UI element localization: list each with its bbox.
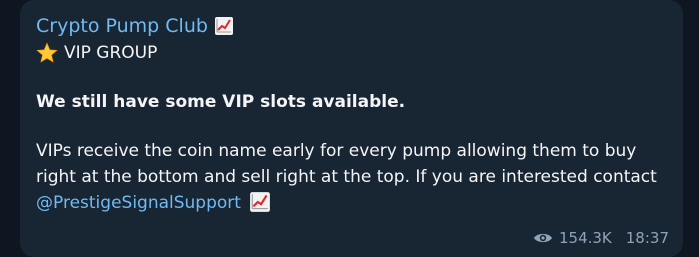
channel-name[interactable]: Crypto Pump Club [36,15,208,37]
chart-increasing-icon [250,192,270,212]
message-body: VIPs receive the coin name early for eve… [36,138,667,216]
message-time: 18:37 [625,229,669,247]
message-meta: 154.3K 18:37 [533,229,669,247]
star-icon [36,42,58,63]
view-count: 154.3K [558,229,612,247]
channel-header: Crypto Pump Club [36,14,667,38]
chart-increasing-icon [214,17,233,35]
message-body-text: VIPs receive the coin name early for eve… [36,141,657,187]
support-mention-link[interactable]: @PrestigeSignalSupport [36,193,241,213]
message-bubble: Crypto Pump Club VIP GROUP We still have… [20,0,683,257]
vip-tag-line: VIP GROUP [36,40,667,66]
eye-icon [533,233,552,243]
message-headline: We still have some VIP slots available. [36,92,406,112]
vip-group-label: VIP GROUP [64,43,158,63]
